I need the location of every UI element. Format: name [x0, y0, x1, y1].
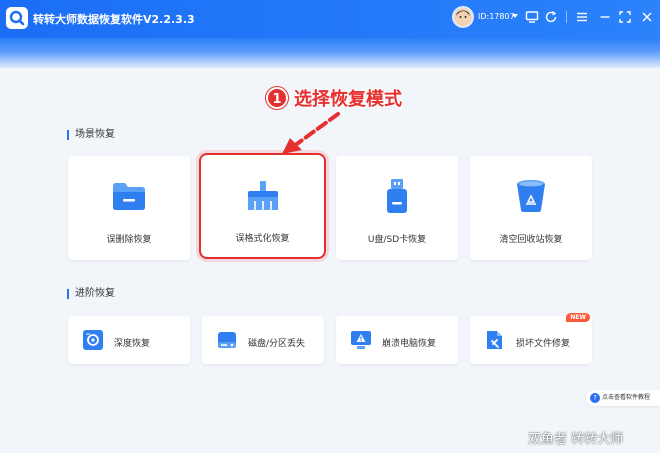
avatar[interactable] — [452, 6, 474, 28]
card-delete-recovery[interactable]: 误删除恢复 — [68, 156, 190, 260]
monitor-icon[interactable] — [525, 10, 539, 24]
card-file-repair[interactable]: 损坏文件修复 NEW — [470, 313, 592, 364]
title-bar: 转转大师数据恢复软件V2.2.3.3 ID:17807 — [0, 0, 660, 38]
card-label: 磁盘/分区丢失 — [248, 339, 306, 349]
usb-drive-icon — [387, 179, 407, 213]
disk-icon — [218, 332, 236, 348]
card-label: 清空回收站恢复 — [499, 235, 563, 245]
magnifier-logo-icon — [9, 10, 25, 26]
crashed-pc-icon — [351, 331, 371, 349]
watermark: 双鱼者 转转大师 — [528, 432, 624, 447]
tutorial-link-text: 点击查看软件教程 — [602, 394, 651, 401]
maximize-icon[interactable] — [618, 10, 632, 24]
card-disk-partition-lost[interactable]: 磁盘/分区丢失 — [202, 316, 324, 364]
app-title: 转转大师数据恢复软件V2.2.3.3 — [33, 13, 195, 26]
card-label: 深度恢复 — [114, 339, 151, 349]
step-number: 1 — [266, 87, 288, 109]
titlebar-divider — [566, 11, 567, 23]
deep-scan-icon — [83, 330, 103, 350]
close-icon[interactable] — [640, 10, 654, 24]
section-title-scene: 场景恢复 — [67, 130, 115, 140]
user-id[interactable]: ID:17807 — [478, 12, 515, 21]
tutorial-link[interactable]: ? 点击查看软件教程 — [586, 390, 660, 406]
card-label: 损坏文件修复 — [516, 339, 571, 349]
card-label: 误删除恢复 — [106, 235, 152, 245]
section-title-advanced: 进阶恢复 — [67, 289, 115, 299]
card-deep-recovery[interactable]: 深度恢复 — [68, 316, 190, 364]
card-label: 误格式化恢复 — [235, 234, 290, 244]
menu-icon[interactable] — [575, 10, 589, 24]
chevron-down-icon[interactable] — [512, 14, 518, 18]
annotation-arrow-icon — [282, 112, 340, 154]
card-crashed-pc-recovery[interactable]: 崩溃电脑恢复 — [336, 316, 458, 364]
card-recycle-bin-recovery[interactable]: 清空回收站恢复 — [470, 156, 592, 260]
minimize-icon[interactable] — [598, 10, 612, 24]
new-badge: NEW — [566, 313, 590, 322]
broom-icon — [248, 181, 278, 210]
recycle-bin-icon — [517, 180, 545, 212]
question-icon: ? — [590, 393, 600, 403]
card-label: U盘/SD卡恢复 — [367, 235, 427, 245]
card-usb-recovery[interactable]: U盘/SD卡恢复 — [336, 156, 458, 260]
card-format-recovery[interactable]: 误格式化恢复 — [199, 153, 326, 259]
repair-icon — [487, 331, 502, 349]
app-logo — [6, 7, 28, 29]
refresh-icon[interactable] — [544, 10, 558, 24]
card-label: 崩溃电脑恢复 — [382, 339, 437, 349]
header-gradient — [0, 38, 660, 68]
folder-icon — [113, 183, 145, 210]
